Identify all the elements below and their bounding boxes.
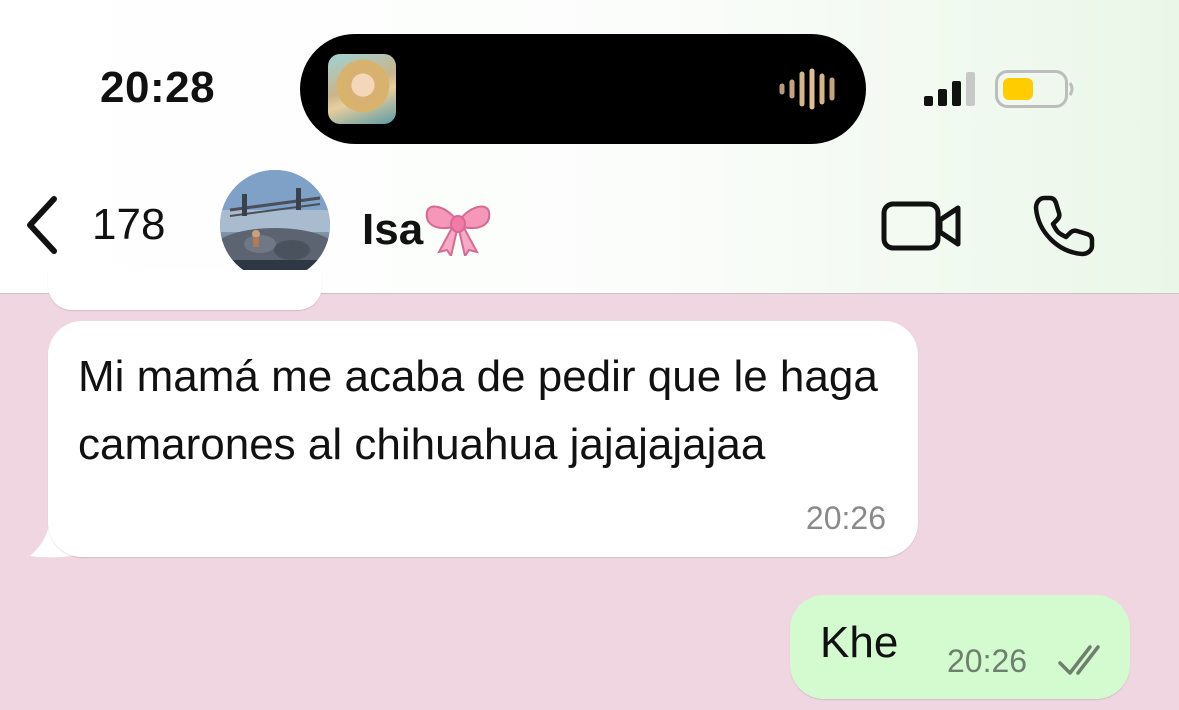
voice-call-button[interactable] bbox=[1030, 192, 1098, 260]
contact-name[interactable]: Isa bbox=[362, 200, 491, 256]
contact-avatar[interactable] bbox=[220, 170, 330, 280]
chat-screen: 20:28 178 Isa Mi mamá me acaba de pedir … bbox=[0, 0, 1179, 710]
message-text: Khe bbox=[820, 618, 899, 667]
outgoing-message-bubble[interactable]: Khe 20:26 bbox=[790, 595, 1130, 699]
message-timestamp: 20:26 bbox=[947, 643, 1028, 679]
album-art-icon[interactable] bbox=[328, 54, 396, 124]
battery-icon bbox=[995, 70, 1074, 108]
chevron-left-icon bbox=[27, 196, 57, 254]
video-call-button[interactable] bbox=[880, 198, 964, 254]
double-check-icon bbox=[1058, 645, 1100, 675]
ribbon-bow-icon bbox=[425, 205, 491, 256]
phone-icon bbox=[1033, 195, 1095, 257]
top-bar: 20:28 178 Isa bbox=[0, 0, 1179, 294]
message-timestamp: 20:26 bbox=[805, 500, 886, 536]
unread-count: 178 bbox=[92, 200, 166, 249]
status-time: 20:28 bbox=[100, 63, 216, 112]
previous-message-bubble[interactable] bbox=[48, 270, 322, 310]
contact-name-text: Isa bbox=[362, 205, 424, 254]
dynamic-island[interactable] bbox=[300, 34, 866, 144]
message-text: Mi mamá me acaba de pedir que le haga ca… bbox=[78, 352, 878, 469]
video-camera-icon bbox=[881, 201, 961, 251]
cellular-signal-icon bbox=[924, 72, 975, 106]
back-button[interactable]: 178 bbox=[22, 190, 182, 260]
waveform-icon bbox=[779, 68, 835, 110]
incoming-message-bubble[interactable]: Mi mamá me acaba de pedir que le haga ca… bbox=[48, 321, 918, 557]
